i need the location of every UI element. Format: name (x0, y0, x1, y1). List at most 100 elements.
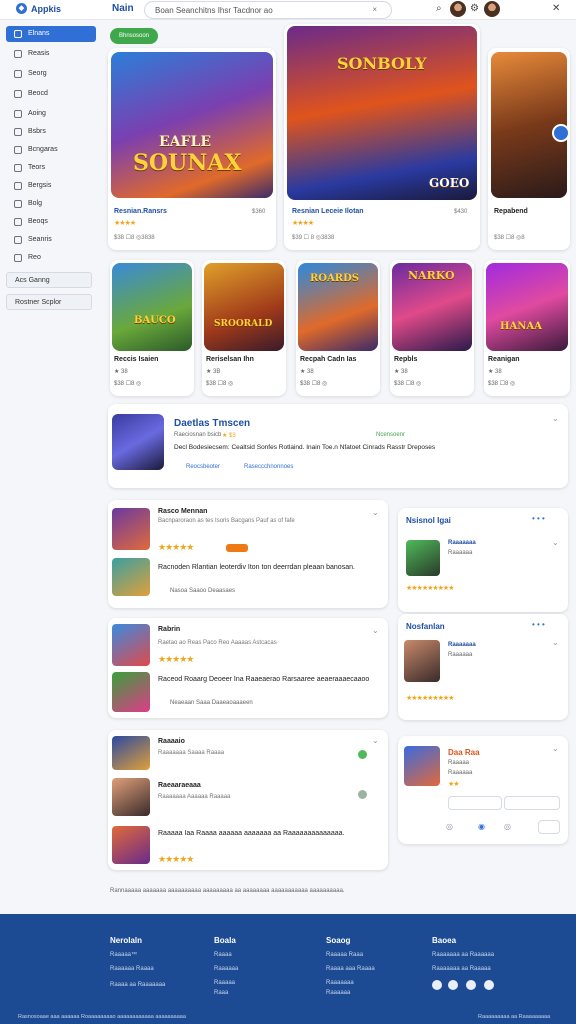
review-avatar-6 (112, 778, 150, 816)
sidebar-item-12[interactable]: Seanris (6, 232, 96, 248)
search-input[interactable]: Boan Seanchitns Ihsr Tacdnor ao × (144, 1, 392, 19)
sidebar-item-7[interactable]: Bcngaras (6, 142, 96, 158)
sidebar-item-9[interactable]: Bergsis (6, 178, 96, 194)
sidebar-button-2[interactable]: Rostner Scplor (6, 294, 92, 310)
profile-avatar[interactable] (484, 1, 500, 17)
review-text-1: Racnoden Rlantian leoterdiv Iton ton dee… (158, 564, 355, 571)
side-panel-1: Nsisnol Igai • • • Raaaaaaa Raaaaaa ★★★★… (398, 508, 568, 612)
sidebar-item-13[interactable]: Reo (6, 250, 96, 266)
side-panel-thumb-2 (404, 640, 440, 682)
side-panel-chevron-icon-2[interactable]: ⌄ (552, 638, 559, 647)
logo-icon: ◆ (16, 3, 27, 14)
footer-col4-item-2[interactable]: Raaaaaaa aa Raaaaa (432, 966, 491, 972)
featured-art-2: SONBOLY GOEO (287, 26, 477, 200)
footer-col1-item-3[interactable]: Raaaa aa Raaaaaaa (110, 982, 165, 988)
game-tile-1[interactable]: BAUCO Reccis Isaien ★ 38 $38 ☐8 ◎ (110, 260, 194, 396)
game-tile-3[interactable]: ROARDS Recpah Cadn Ias ★ 38 $38 ☐8 ◎ (296, 260, 380, 396)
footer-col2-item-4[interactable]: Raaa (214, 990, 228, 996)
footer-col2-item-1[interactable]: Raaaa (214, 952, 232, 958)
side-panel-chevron-icon-3[interactable]: ⌄ (552, 744, 559, 753)
like-icon[interactable]: ◎ (446, 822, 453, 831)
side-panel-chevron-icon-1[interactable]: ⌄ (552, 538, 559, 547)
nav-title[interactable]: Nain (112, 3, 134, 14)
app-logo[interactable]: ◆ Appkis (16, 3, 61, 14)
sidebar-item-10[interactable]: Bolg (6, 196, 96, 212)
sidebar-item-8[interactable]: Teors (6, 160, 96, 176)
clear-search-icon[interactable]: × (372, 5, 377, 14)
game-tile-5[interactable]: HANAA Reanigan ★ 38 $38 ☐8 ◎ (484, 260, 570, 396)
featured-banner[interactable]: Daetlas Tmscen Raeciosnan bsicb ★ $3 Nce… (108, 404, 568, 488)
search-icon[interactable]: ⌕ (436, 3, 442, 14)
sidebar-item-3[interactable]: Seorg (6, 66, 96, 82)
twitter-icon[interactable] (448, 980, 458, 990)
banner-tag-2[interactable]: Raseccchnonnoes (244, 464, 293, 470)
tile-title-4: Repbls (394, 356, 418, 363)
review-item2-sub: Raaaaaaa Aaaaaa Raaaaa (158, 794, 231, 800)
comment-icon[interactable]: ◎ (504, 822, 511, 831)
tile-rating-2: ★ 3B (206, 369, 221, 375)
game-tile-2[interactable]: SROORALD Reriselsan Ihn ★ 3B $38 ☐8 ◎ (202, 260, 286, 396)
banner-chevron-icon[interactable]: ⌄ (552, 414, 559, 423)
footer-col3-item-3[interactable]: Raaaaaaa (326, 980, 354, 986)
help-icon (14, 254, 22, 262)
review-chevron-icon-3[interactable]: ⌄ (372, 736, 379, 745)
review-badge-1 (226, 544, 248, 552)
sidebar-item-11[interactable]: Beoqs (6, 214, 96, 230)
featured-stars-2: ★★★★ (292, 220, 314, 227)
review-chevron-icon-1[interactable]: ⌄ (372, 508, 379, 517)
side-panel-title-3: Daa Raa (448, 748, 480, 757)
sidebar-item-2[interactable]: Reasis (6, 46, 96, 62)
side-panel-input[interactable] (448, 796, 502, 810)
footer-col3-item-4[interactable]: Raaaaaa (326, 990, 350, 996)
footer-col2-item-3[interactable]: Raaaaa (214, 980, 235, 986)
side-panel-item-2: Raaaaaaa (448, 642, 476, 648)
footer-col4-item-1[interactable]: Raaaaaaa aa Raaaaaa (432, 952, 494, 958)
review-desc-2: Raetao ao Reas Paco Reo Aaaaas Astcacas (158, 640, 277, 646)
footer-col2-item-2[interactable]: Raaaaaa (214, 966, 238, 972)
featured-art-sub-1: EAFLE (159, 134, 211, 150)
tile-rating-3: ★ 38 (300, 369, 314, 375)
side-panel-sub-1: Raaaaaa (448, 550, 473, 556)
review-chevron-icon-2[interactable]: ⌄ (372, 626, 379, 635)
sidebar-item-5[interactable]: Aoing (6, 106, 96, 122)
review-foot-1: Nasoa Saaoo Deaasaes (170, 588, 236, 594)
star-icon (14, 110, 22, 118)
game-tile-4[interactable]: NARKO Repbls ★ 38 $38 ☐8 ◎ (390, 260, 474, 396)
side-panel-button[interactable] (504, 796, 560, 810)
tag-icon (14, 164, 22, 172)
review-stars-3: ★★★★★ (158, 854, 194, 864)
sidebar-item-6[interactable]: Bsbrs (6, 124, 96, 140)
footer-col3-item-2[interactable]: Raaaa aaa Raaaa (326, 966, 375, 972)
featured-card-2[interactable]: SONBOLY GOEO Resnian Leceie Ilotan $430 … (284, 24, 480, 250)
sidebar-item-1[interactable]: Elnans (6, 26, 96, 42)
share-small-icon[interactable]: ◉ (478, 822, 485, 831)
more-icon-2[interactable]: • • • (532, 620, 545, 629)
featured-meta-2: $39 ☐ 8 ◎3838 (292, 235, 335, 241)
side-panel-action-button[interactable] (538, 820, 560, 834)
folder-icon (14, 128, 22, 136)
footer-col3-item-1[interactable]: Raaaaa Raaa (326, 952, 363, 958)
footer-col1-item-1[interactable]: Raaaaa™ (110, 952, 137, 958)
banner-tag-1[interactable]: Reocsbeoter (186, 464, 220, 470)
user-avatar[interactable] (450, 1, 466, 17)
facebook-icon[interactable] (432, 980, 442, 990)
banner-rating: ★ $3 (222, 433, 236, 439)
share-icon[interactable]: ✕ (552, 3, 560, 14)
settings-icon[interactable]: ⚙ (470, 3, 479, 14)
reviews-block-2: Rabrin Raetao ao Reas Paco Reo Aaaaas As… (108, 618, 388, 718)
sidebar-item-4[interactable]: Beocd (6, 86, 96, 102)
featured-card-3[interactable]: Repabend $38 ☐8 ◎8 (488, 48, 570, 250)
carousel-next-button[interactable] (552, 124, 570, 142)
review-avatar-3 (112, 624, 150, 666)
tile-art-4: NARKO (392, 263, 472, 351)
footer-col1-item-2[interactable]: Raaaaaa Raaaa (110, 966, 154, 972)
sidebar-button-1[interactable]: Acs Ganng (6, 272, 92, 288)
side-panel-sub-2: Raaaaaa (448, 652, 473, 658)
featured-stars-1: ★★★★ (114, 220, 136, 227)
instagram-icon[interactable] (484, 980, 494, 990)
more-icon-1[interactable]: • • • (532, 514, 545, 523)
category-pill[interactable]: Bhnsosoon (110, 28, 158, 44)
featured-card-1[interactable]: SOUNAX EAFLE Resnian.Ransrs $360 ★★★★ $3… (108, 48, 276, 250)
footer: Nerolaln Raaaaa™ Raaaaaa Raaaa Raaaa aa … (0, 914, 576, 1024)
youtube-icon[interactable] (466, 980, 476, 990)
